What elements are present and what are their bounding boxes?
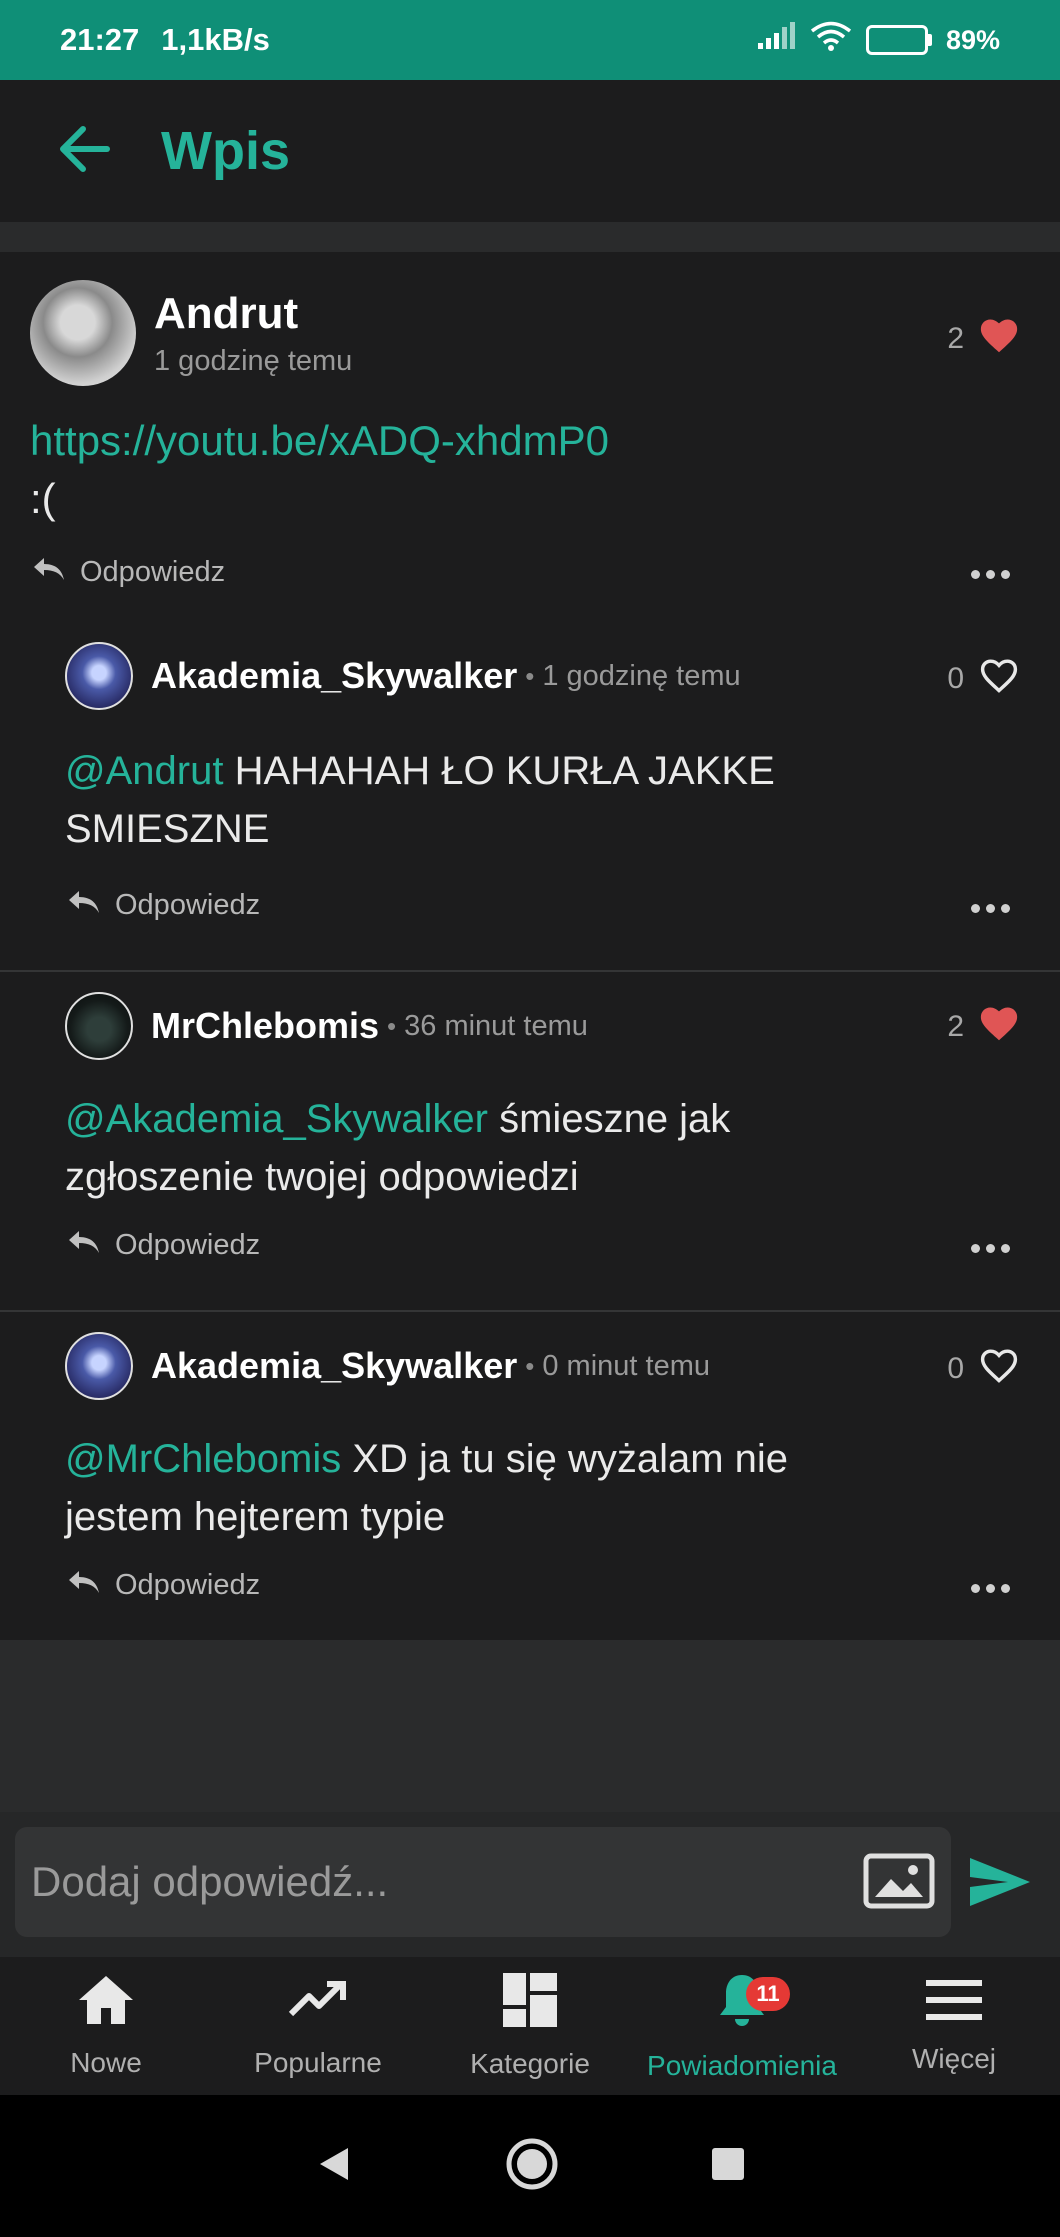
heart-filled-icon [978, 316, 1020, 362]
comment-item: MrChlebomis • 36 minut temu 2 @Akademia_… [0, 972, 1060, 1312]
comment-item: Akademia_Skywalker • 0 minut temu 0 @MrC… [0, 1312, 1060, 1640]
like-button[interactable]: 2 [947, 1004, 1020, 1050]
mention-link[interactable]: @MrChlebomis [65, 1437, 341, 1481]
heart-outline-icon [978, 1346, 1020, 1392]
reply-composer [0, 1812, 1060, 1957]
avatar[interactable] [30, 280, 136, 386]
comment-body: @MrChlebomis XD ja tu się wyżalam nie je… [65, 1437, 789, 1539]
nav-item-powiadomienia[interactable]: 11 Powiadomienia [636, 1957, 848, 2095]
like-button[interactable]: 2 [947, 316, 1020, 362]
heart-outline-icon [978, 656, 1020, 702]
like-count: 0 [947, 662, 964, 695]
nav-label: Popularne [254, 2046, 382, 2078]
network-speed: 1,1kB/s [161, 22, 270, 57]
comment-time: 36 minut temu [404, 1009, 588, 1042]
recents-square-icon[interactable] [710, 2146, 746, 2187]
reply-button[interactable]: Odpowiedz [67, 1227, 260, 1263]
more-options-icon[interactable] [971, 904, 1010, 913]
mention-link[interactable]: @Akademia_Skywalker [65, 1097, 488, 1141]
like-button[interactable]: 0 [947, 1346, 1020, 1392]
comment-author[interactable]: Akademia_Skywalker [151, 655, 517, 697]
reply-label: Odpowiedz [115, 1228, 261, 1261]
reply-button[interactable]: Odpowiedz [67, 1567, 260, 1603]
like-count: 2 [947, 322, 964, 355]
comment-header: Akademia_Skywalker • 0 minut temu [65, 1332, 710, 1400]
more-options-icon[interactable] [971, 570, 1010, 579]
reply-icon [67, 887, 101, 923]
menu-icon [926, 1978, 982, 2029]
reply-label: Odpowiedz [115, 1568, 261, 1601]
post-body: https://youtu.be/xADQ-xhdmP0 :( [30, 412, 609, 528]
more-options-icon[interactable] [971, 1584, 1010, 1593]
reply-input-box [15, 1827, 951, 1937]
comment-item: Akademia_Skywalker • 1 godzinę temu 0 @A… [0, 642, 1060, 972]
page-title: Wpis [161, 121, 290, 181]
reply-label: Odpowiedz [115, 888, 261, 921]
battery-percent: 89% [945, 24, 1000, 55]
send-icon[interactable] [968, 1854, 1032, 1915]
battery-icon [865, 25, 932, 55]
home-circle-icon[interactable] [504, 2136, 560, 2197]
post-text: :( [30, 475, 56, 522]
image-icon[interactable] [863, 1853, 935, 1914]
comment-header: MrChlebomis • 36 minut temu [65, 992, 588, 1060]
mention-link[interactable]: @Andrut [65, 749, 223, 793]
app-bar: Wpis [0, 80, 1060, 222]
dashboard-icon [503, 1972, 557, 2034]
bottom-navigation: Nowe Popularne Kategorie 11 Powiadomieni… [0, 1957, 1060, 2095]
reply-button[interactable]: Odpowiedz [67, 887, 260, 923]
comment-author[interactable]: MrChlebomis [151, 1005, 379, 1047]
post-time: 1 godzinę temu [154, 344, 353, 377]
post-header: Andrut 1 godzinę temu [30, 280, 352, 386]
notification-badge: 11 [746, 1977, 790, 2011]
post-link[interactable]: https://youtu.be/xADQ-xhdmP0 [30, 412, 609, 470]
nav-label: Więcej [911, 2042, 996, 2074]
comment-time: 1 godzinę temu [542, 659, 741, 692]
comment-body: @Akademia_Skywalker śmieszne jak zgłosze… [65, 1097, 731, 1199]
status-icons: 89% [756, 20, 1000, 60]
heart-filled-icon [978, 1004, 1020, 1050]
more-options-icon[interactable] [971, 1244, 1010, 1253]
nav-item-wiecej[interactable]: Więcej [848, 1957, 1060, 2095]
nav-item-popularne[interactable]: Popularne [212, 1957, 424, 2095]
nav-item-kategorie[interactable]: Kategorie [424, 1957, 636, 2095]
status-bar: 21:27 1,1kB/s 89% [0, 0, 1060, 80]
comment-body: @Andrut HAHAHAH ŁO KURŁA JAKKE SMIESZNE [65, 749, 775, 851]
home-icon [77, 1974, 135, 2033]
reply-button[interactable]: Odpowiedz [32, 554, 225, 590]
trending-icon [287, 1974, 349, 2033]
comment-header: Akademia_Skywalker • 1 godzinę temu [65, 642, 741, 710]
reply-input[interactable] [31, 1858, 831, 1906]
like-button[interactable]: 0 [947, 656, 1020, 702]
nav-label: Powiadomienia [647, 2049, 837, 2081]
reply-icon [67, 1567, 101, 1603]
nav-label: Nowe [70, 2046, 142, 2078]
nav-label: Kategorie [470, 2047, 590, 2079]
comment-time: 0 minut temu [542, 1349, 710, 1382]
like-count: 2 [947, 1010, 964, 1043]
reply-icon [32, 554, 66, 590]
comment-author[interactable]: Akademia_Skywalker [151, 1345, 517, 1387]
back-triangle-icon[interactable] [314, 2144, 354, 2189]
post-card: Andrut 1 godzinę temu 2 https://youtu.be… [0, 252, 1060, 1640]
reply-label: Odpowiedz [80, 555, 226, 588]
avatar[interactable] [65, 992, 133, 1060]
nav-item-nowe[interactable]: Nowe [0, 1957, 212, 2095]
post-author[interactable]: Andrut [154, 289, 352, 339]
signal-icon [756, 21, 796, 59]
avatar[interactable] [65, 1332, 133, 1400]
status-time: 21:27 [60, 22, 140, 57]
back-arrow-icon[interactable] [55, 125, 111, 178]
system-navigation-bar [0, 2095, 1060, 2237]
wifi-icon [810, 20, 852, 60]
like-count: 0 [947, 1352, 964, 1385]
avatar[interactable] [65, 642, 133, 710]
reply-icon [67, 1227, 101, 1263]
